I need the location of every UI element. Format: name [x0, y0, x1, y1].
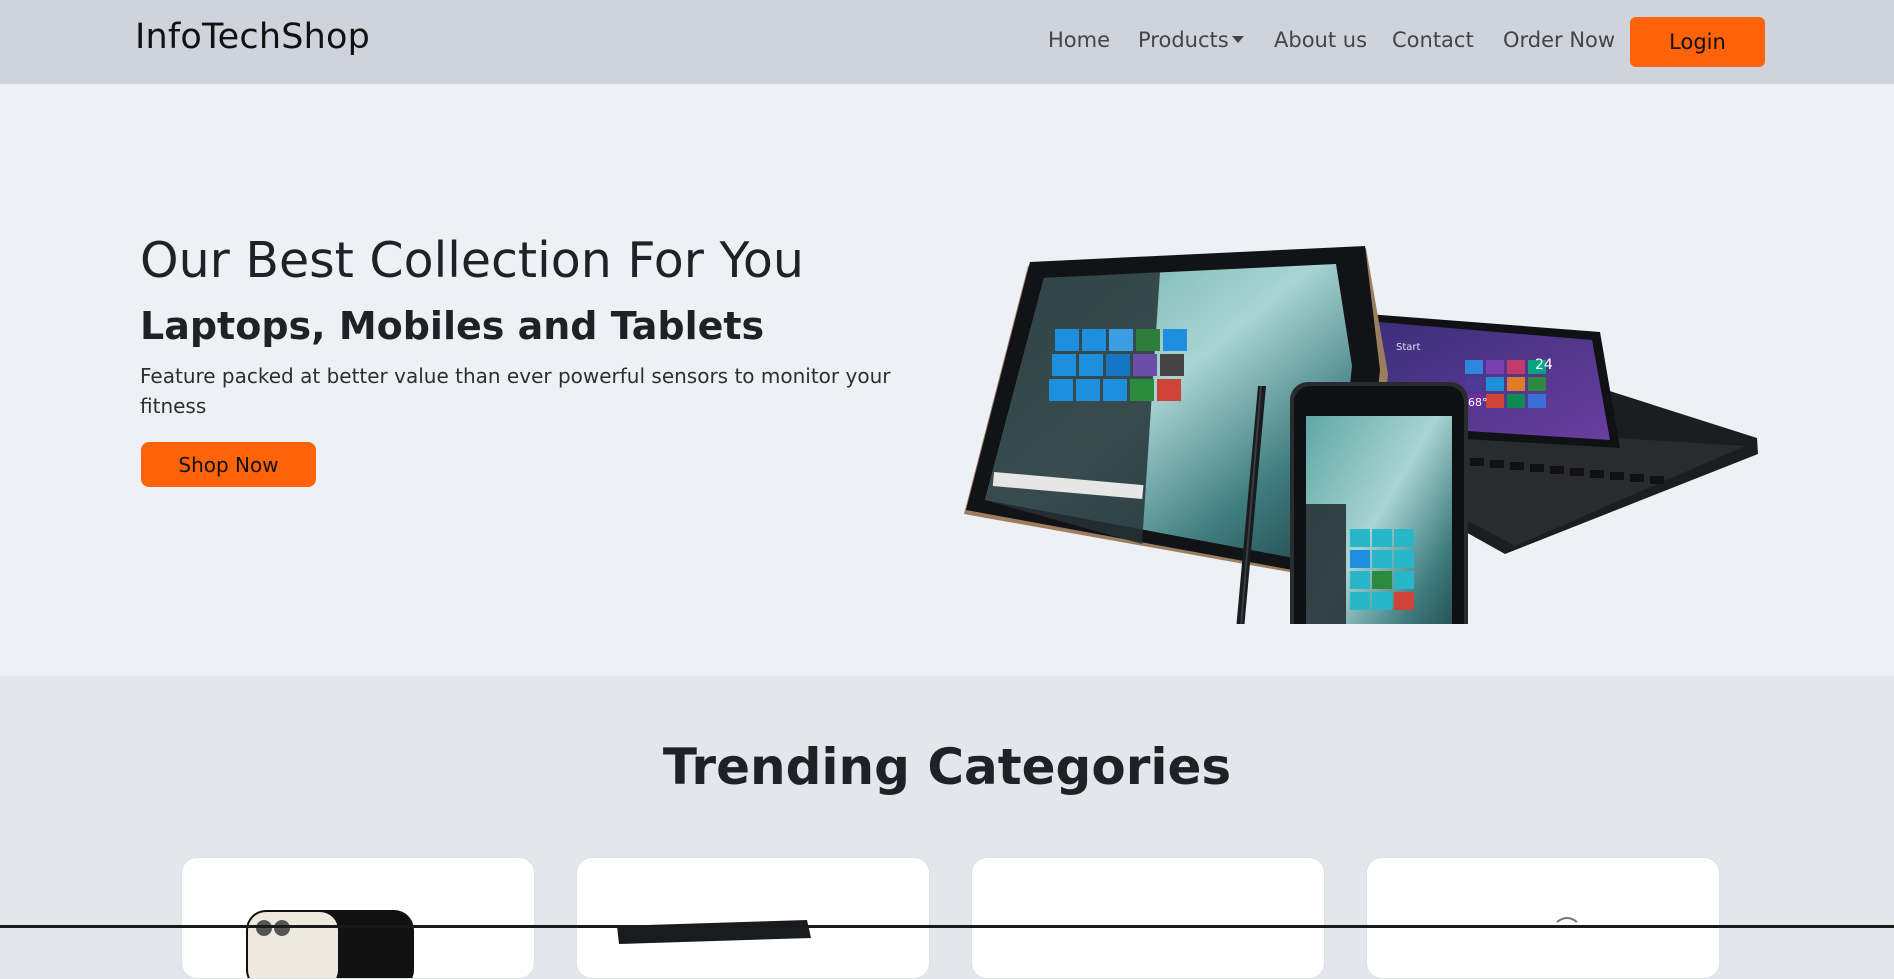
- shop-now-button[interactable]: Shop Now: [141, 442, 316, 487]
- nav-link-about[interactable]: About us: [1274, 28, 1367, 52]
- tablet-temp-text: 68°: [1468, 396, 1488, 409]
- tablet-day-text: 24: [1535, 357, 1553, 373]
- trending-title: Trending Categories: [662, 738, 1232, 796]
- devices-hero-image: Start 24 68°: [964, 246, 1758, 624]
- tablet-start-text: Start: [1396, 342, 1421, 353]
- hero-section: Our Best Collection For You Laptops, Mob…: [0, 84, 1894, 676]
- category-card-3[interactable]: [971, 857, 1325, 979]
- category-4-image: [1556, 917, 1578, 923]
- navbar: InfoTechShop Home Products About us Cont…: [0, 0, 1894, 84]
- nav-link-products-label: Products: [1138, 28, 1229, 52]
- category-card-2[interactable]: [576, 857, 930, 979]
- category-2-image: [617, 920, 811, 944]
- hero-description: Feature packed at better value than ever…: [140, 364, 891, 418]
- category-card-1[interactable]: [181, 857, 535, 979]
- nav-link-contact[interactable]: Contact: [1392, 28, 1474, 52]
- trending-section: Trending Categories: [0, 676, 1894, 979]
- category-3-image: [972, 858, 1324, 978]
- nav-link-products[interactable]: Products: [1138, 28, 1244, 52]
- small-tablet: [1290, 382, 1468, 624]
- hero-subtitle: Laptops, Mobiles and Tablets: [140, 304, 765, 348]
- login-button[interactable]: Login: [1630, 17, 1765, 67]
- category-card-4[interactable]: [1366, 857, 1720, 979]
- nav-link-home[interactable]: Home: [1048, 28, 1110, 52]
- category-1-image: [246, 910, 414, 978]
- brand-logo[interactable]: InfoTechShop: [135, 17, 370, 57]
- nav-link-order-now[interactable]: Order Now: [1503, 28, 1615, 52]
- chevron-down-icon: [1231, 36, 1244, 43]
- hero-title: Our Best Collection For You: [140, 232, 804, 289]
